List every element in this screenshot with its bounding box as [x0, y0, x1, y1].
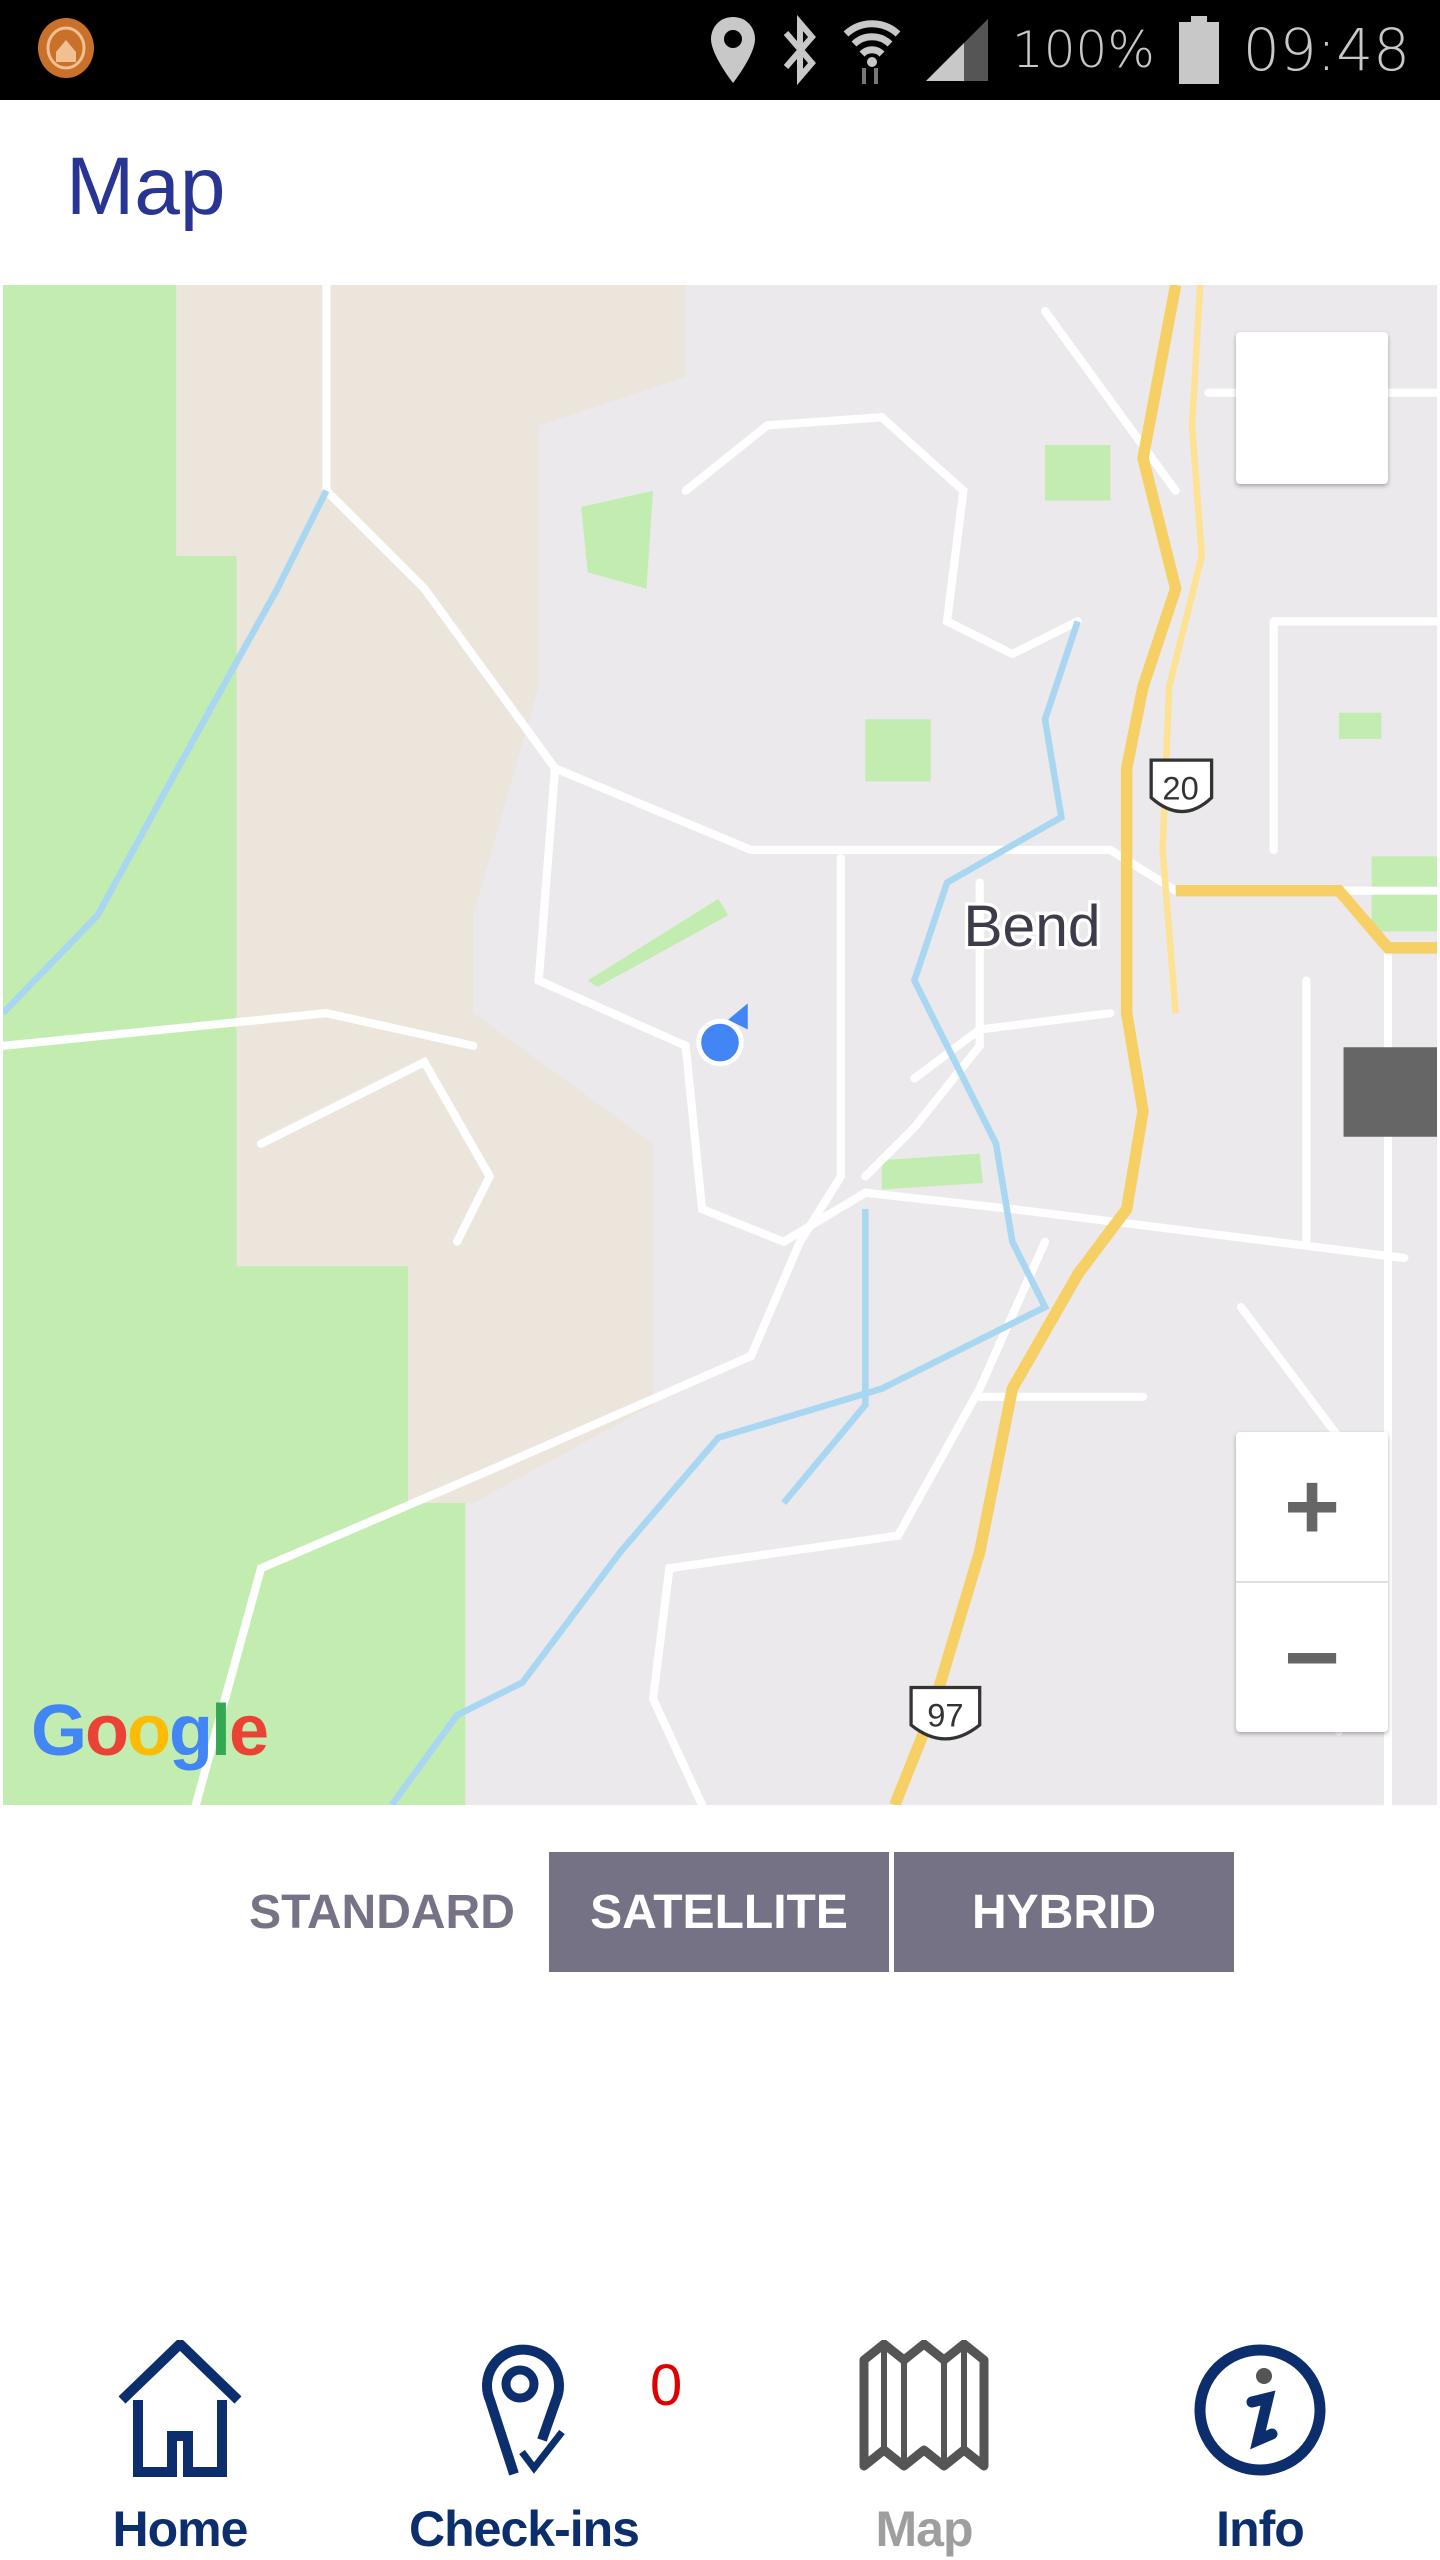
- map-type-hybrid[interactable]: HYBRID: [894, 1852, 1234, 1972]
- checkins-badge: 0: [650, 2353, 683, 2418]
- city-label: Bend: [963, 894, 1100, 959]
- info-icon: [1194, 2344, 1326, 2476]
- map-tiles[interactable]: 20 97 Bend: [3, 285, 1437, 1805]
- map-icon: [859, 2340, 989, 2471]
- nav-checkins-label: Check-ins: [409, 2501, 640, 2557]
- route-shield-97: 97: [909, 1685, 982, 1741]
- wifi-icon: [843, 20, 901, 84]
- nav-info-label: Info: [1216, 2501, 1305, 2557]
- svg-text:20: 20: [1162, 769, 1198, 806]
- nav-checkins[interactable]: Check-ins: [374, 2320, 674, 2560]
- battery-percent: 100%: [1011, 21, 1155, 79]
- zoom-in-button[interactable]: +: [1236, 1432, 1388, 1583]
- clock: 09:48: [1242, 16, 1410, 84]
- nav-home[interactable]: Home: [30, 2320, 330, 2560]
- pin-check-icon: [482, 2344, 565, 2476]
- bottom-nav: Home Check-ins 0 Map Info: [0, 2320, 1440, 2560]
- app-logo-icon: [38, 18, 94, 78]
- nav-home-label: Home: [112, 2501, 249, 2557]
- google-logo: Google: [31, 1691, 269, 1771]
- page-title: Map: [66, 141, 226, 232]
- map-type-standard[interactable]: STANDARD: [222, 1852, 542, 1972]
- home-icon: [118, 2340, 242, 2477]
- nav-info[interactable]: Info: [1110, 2320, 1410, 2560]
- status-bar: 100% 09:48: [0, 0, 1440, 100]
- nav-map-label: Map: [875, 2501, 974, 2557]
- route-shield-20: 20: [1149, 758, 1214, 813]
- map-type-satellite[interactable]: SATELLITE: [549, 1852, 889, 1972]
- bluetooth-icon: [783, 15, 816, 85]
- location-icon: [710, 17, 755, 83]
- map-view[interactable]: 20 97 Bend + − Google: [3, 285, 1437, 1805]
- battery-icon: [1178, 16, 1219, 84]
- svg-text:97: 97: [927, 1697, 963, 1734]
- zoom-controls: + −: [1236, 1432, 1388, 1732]
- my-location-button[interactable]: [1236, 332, 1437, 1137]
- nav-map[interactable]: Map: [774, 2320, 1074, 2560]
- zoom-out-button[interactable]: −: [1236, 1583, 1388, 1732]
- signal-icon: [925, 19, 988, 81]
- my-location-dot: [696, 1018, 744, 1067]
